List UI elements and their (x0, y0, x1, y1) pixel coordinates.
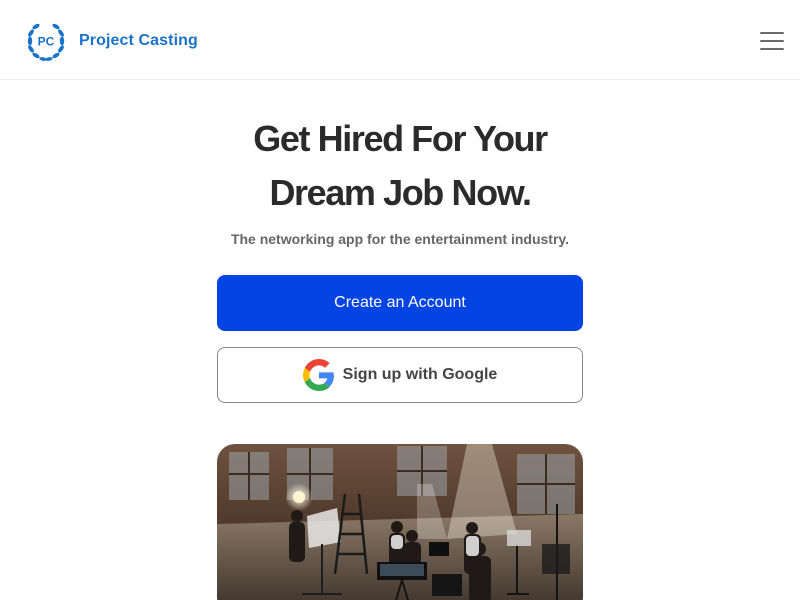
project-casting-logo[interactable]: PC (24, 19, 68, 63)
film-set-photo (217, 444, 583, 600)
hero-title-line-2: Dream Job Now. (269, 172, 532, 213)
hamburger-menu-icon[interactable] (756, 28, 788, 54)
google-signup-button[interactable]: Sign up with Google (217, 347, 583, 403)
logo-text: PC (38, 35, 55, 49)
google-signup-label: Sign up with Google (342, 366, 498, 383)
google-g-icon (302, 359, 334, 391)
menu-bar (760, 32, 784, 34)
menu-bar (760, 40, 784, 42)
menu-bar (760, 48, 784, 50)
hero-subtitle: The networking app for the entertainment… (230, 231, 570, 247)
site-header: PC Project Casting (0, 0, 800, 80)
create-account-label: Create an Account (334, 294, 466, 311)
create-account-button[interactable]: Create an Account (217, 275, 583, 331)
hero-title: Get Hired For Your Dream Job Now. (150, 112, 650, 220)
hero-title-line-1: Get Hired For Your (253, 118, 548, 159)
brand-name[interactable]: Project Casting (79, 32, 198, 50)
